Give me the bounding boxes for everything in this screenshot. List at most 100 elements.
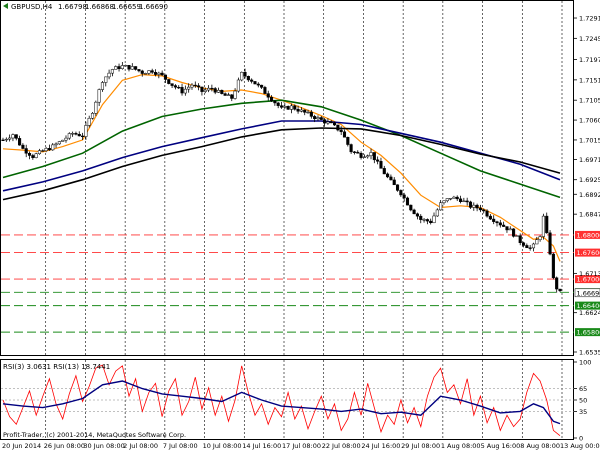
ohlc-high: 1.66868: [85, 3, 114, 11]
candle-body: [211, 88, 214, 89]
candle-body: [360, 153, 363, 157]
candle-body: [191, 85, 194, 87]
candle-body: [466, 201, 469, 202]
candle-body: [45, 148, 48, 150]
candle-body: [227, 95, 230, 96]
candle-body: [463, 201, 466, 202]
candle-body: [370, 152, 373, 155]
candle-body: [373, 152, 376, 159]
candle-body: [293, 106, 296, 109]
candle-body: [68, 134, 71, 139]
chart-canvas[interactable]: 1.680001.676001.670001.667001.664001.658…: [0, 0, 600, 450]
y-tick-label: 1.68470: [579, 211, 600, 219]
candle-body: [443, 201, 446, 203]
x-tick-label: 1 Aug 08:00: [441, 442, 481, 450]
candle-body: [98, 90, 101, 103]
x-tick-label: 7 Jul 08:00: [163, 442, 198, 450]
candle-body: [104, 77, 107, 83]
candle-body: [529, 248, 532, 249]
candle-body: [496, 222, 499, 223]
candle-body: [280, 106, 283, 108]
candle-body: [535, 240, 538, 244]
candle-body: [124, 65, 127, 66]
candle-body: [91, 113, 94, 118]
ohlc-close: 1.66690: [139, 3, 168, 11]
candle-body: [38, 151, 41, 154]
candle-body: [472, 205, 475, 207]
candle-body: [51, 145, 54, 150]
candle-body: [489, 216, 492, 219]
candle-body: [114, 66, 117, 69]
candle-body: [492, 219, 495, 222]
candle-body: [71, 133, 74, 134]
y-tick-label: 1.66240: [579, 309, 600, 317]
y-tick-label: 1.71050: [579, 97, 600, 105]
candle-body: [459, 199, 462, 202]
candle-body: [270, 97, 273, 101]
candle-body: [499, 223, 502, 225]
candle-body: [400, 190, 403, 195]
candle-body: [75, 133, 78, 134]
candle-body: [221, 90, 224, 93]
candle-body: [148, 71, 151, 74]
candle-body: [224, 94, 227, 96]
candle-body: [22, 145, 25, 148]
x-tick-label: 29 Jul 08:00: [401, 442, 440, 450]
rsi-tick-label: 50: [579, 397, 587, 405]
candle-body: [516, 236, 519, 237]
candle-body: [18, 138, 21, 145]
y-tick-label: 1.70600: [579, 117, 600, 125]
candle-body: [78, 134, 81, 136]
candle-body: [234, 91, 237, 98]
candle-body: [197, 86, 200, 87]
candle-body: [350, 145, 353, 152]
candle-body: [244, 72, 247, 76]
candle-body: [201, 87, 204, 92]
x-tick-label: 24 Jul 16:00: [361, 442, 400, 450]
candle-body: [559, 289, 562, 291]
level-label: 1.67600: [577, 249, 600, 257]
y-tick-label: 1.65350: [579, 349, 600, 357]
candle-body: [151, 71, 154, 73]
candle-body: [111, 69, 114, 73]
x-tick-label: 10 Jul 08:00: [203, 442, 242, 450]
candle-body: [5, 139, 8, 140]
candle-body: [549, 233, 552, 254]
candle-body: [300, 110, 303, 111]
candle-body: [134, 66, 137, 69]
candle-body: [333, 123, 336, 125]
candle-body: [207, 88, 210, 90]
candle-body: [154, 72, 157, 74]
candle-body: [426, 219, 429, 221]
chart-window: 1.680001.676001.670001.667001.664001.658…: [0, 0, 600, 450]
candle-body: [482, 210, 485, 211]
candle-body: [187, 87, 190, 89]
candle-body: [177, 87, 180, 88]
candle-body: [108, 73, 111, 77]
x-tick-label: 5 Aug 16:00: [481, 442, 521, 450]
rsi-tick-label: 65: [579, 385, 587, 393]
candle-body: [486, 211, 489, 216]
candle-body: [161, 73, 164, 75]
x-tick-label: 17 Jul 08:00: [282, 442, 321, 450]
candle-body: [416, 214, 419, 216]
candle-body: [55, 144, 58, 145]
candle-body: [237, 80, 240, 91]
candle-body: [502, 225, 505, 227]
candle-body: [347, 137, 350, 144]
watermark: Profit-Trader, (c) 2001-2014, MetaQuotes…: [3, 431, 186, 439]
y-tick-label: 1.72450: [579, 35, 600, 43]
candle-body: [85, 125, 88, 136]
candle-body: [184, 89, 187, 93]
x-tick-label: 2 Jul 08:00: [123, 442, 158, 450]
candle-body: [343, 132, 346, 137]
candle-body: [254, 81, 257, 84]
candle-body: [260, 85, 263, 87]
candle-body: [257, 84, 260, 85]
candle-body: [380, 161, 383, 168]
candle-body: [476, 205, 479, 208]
y-tick-label: 1.67130: [579, 270, 600, 278]
candle-body: [101, 82, 104, 89]
candle-body: [413, 210, 416, 214]
candle-body: [171, 84, 174, 86]
